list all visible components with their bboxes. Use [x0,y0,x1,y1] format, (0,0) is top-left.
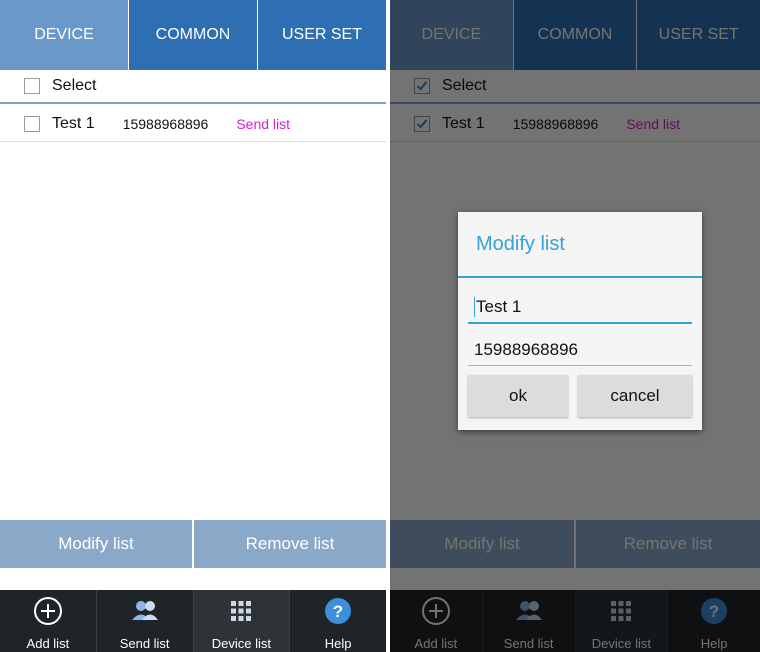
list-item[interactable]: Test 1 15988968896 Send list [0,106,386,142]
list-empty-area [0,142,386,520]
nav-add-list-label: Add list [26,636,70,651]
phone-input[interactable]: 15988968896 [468,334,692,366]
name-input[interactable]: Test 1 [468,292,692,324]
tab-user-set[interactable]: USER SET [258,0,386,70]
remove-list-button[interactable]: Remove list [194,520,386,568]
modify-list-dialog: Modify list Test 1 15988968896 ok cancel [458,212,702,430]
select-all-label: Select [52,77,97,94]
tab-device[interactable]: DEVICE [0,0,129,70]
modify-list-button[interactable]: Modify list [0,520,194,568]
grid-icon [226,596,256,626]
phone-input-value: 15988968896 [474,339,579,359]
nav-help[interactable]: ? Help [290,590,386,652]
ok-button[interactable]: ok [468,375,568,417]
bottom-nav: Add list Send list Device list ? Help [0,590,386,652]
item-phone: 15988968896 [122,115,209,132]
select-all-row[interactable]: Select [0,70,386,104]
nav-device-list[interactable]: Device list [193,590,291,652]
select-all-checkbox[interactable] [24,78,40,94]
bottom-strip [0,568,386,590]
help-icon: ? [323,596,353,626]
nav-send-list[interactable]: Send list [97,590,194,652]
cancel-button[interactable]: cancel [578,375,692,417]
nav-add-list[interactable]: Add list [0,590,97,652]
text-caret [474,297,475,317]
right-screen: DEVICE COMMON USER SET Select Test 1 159… [390,0,760,652]
dialog-title: Modify list [458,212,702,278]
svg-text:?: ? [333,602,343,621]
nav-send-list-label: Send list [119,636,170,651]
nav-device-list-label: Device list [211,636,271,651]
nav-help-label: Help [324,636,352,651]
item-name: Test 1 [52,114,95,132]
action-bar: Modify list Remove list [0,520,386,568]
item-checkbox[interactable] [24,115,40,132]
tab-common[interactable]: COMMON [129,0,258,70]
add-circle-icon [33,596,63,626]
contacts-icon [130,596,160,626]
name-input-value: Test 1 [476,297,522,316]
left-screen: DEVICE COMMON USER SET Select Test 1 159… [0,0,386,652]
tab-bar: DEVICE COMMON USER SET [0,0,386,70]
send-list-link[interactable]: Send list [236,116,290,132]
